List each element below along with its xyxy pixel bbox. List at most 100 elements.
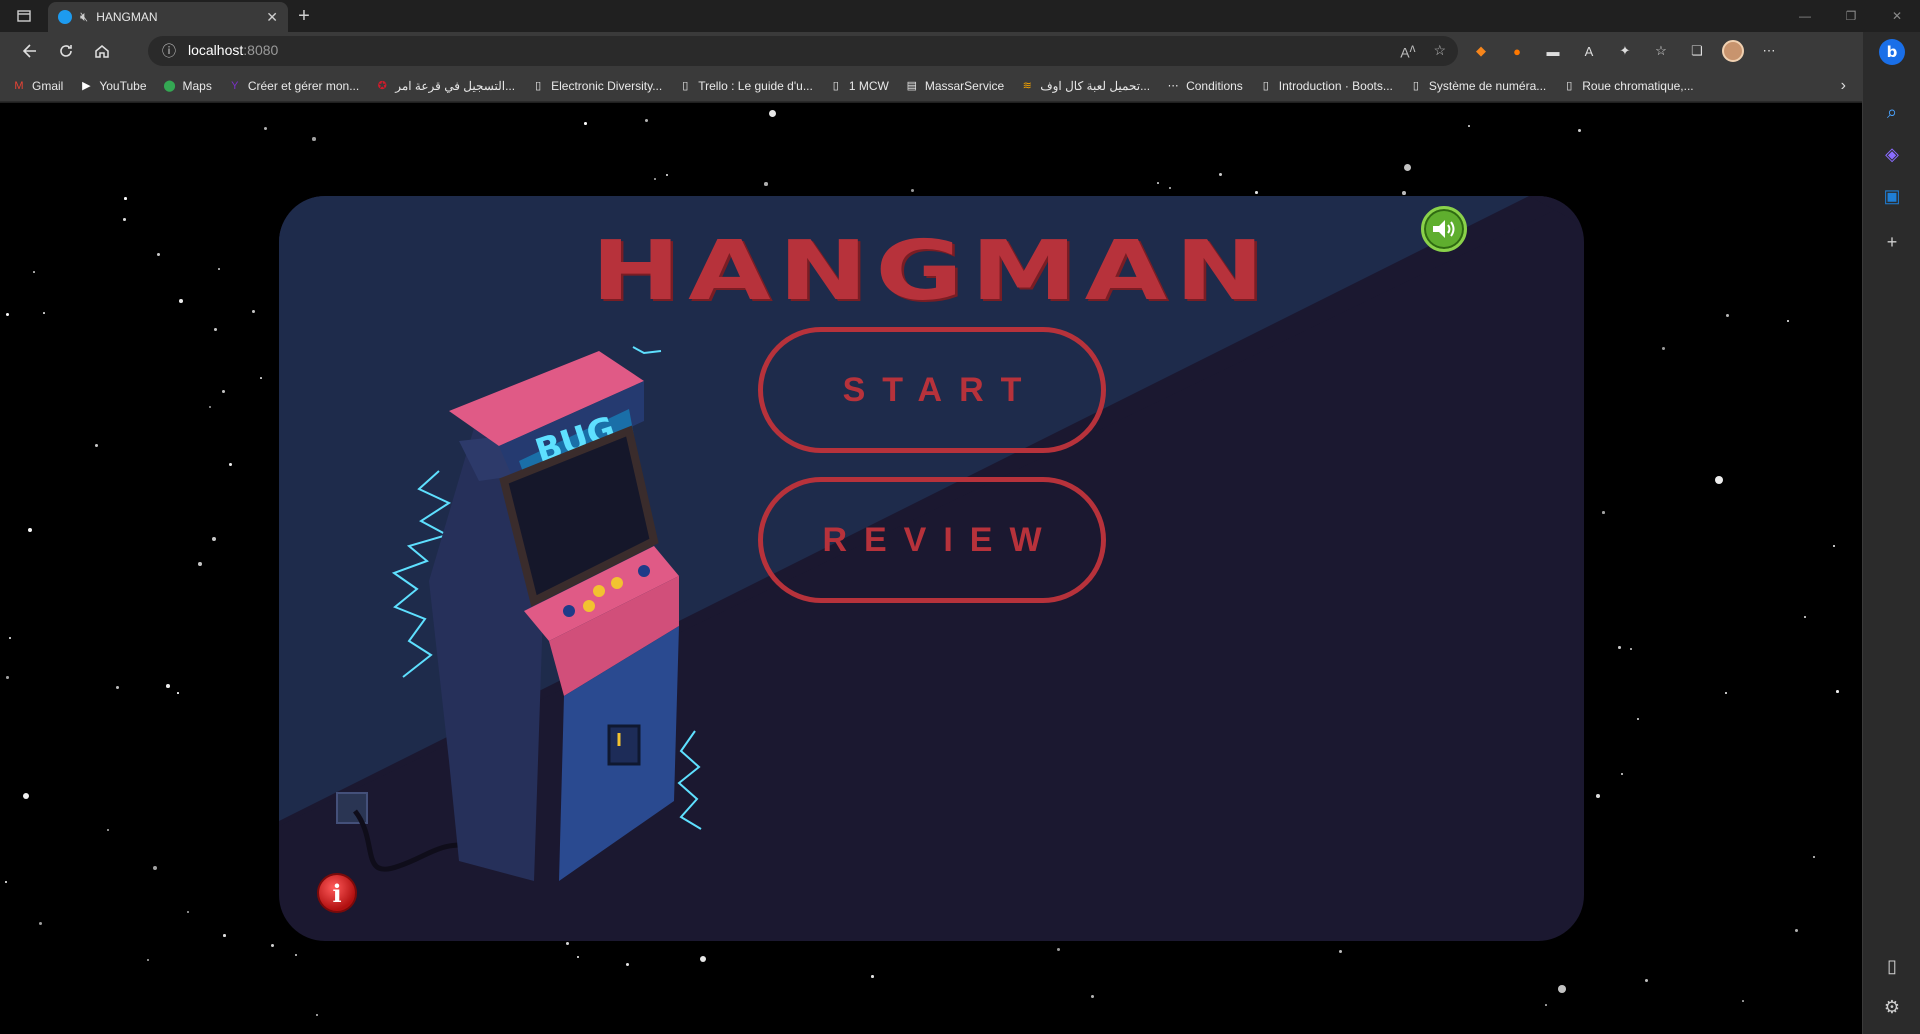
- sidebar-settings-button[interactable]: ⚙: [1863, 987, 1920, 1027]
- site-info-icon[interactable]: ⓘ: [162, 41, 176, 61]
- bookmark-massar[interactable]: ▤ MassarService: [905, 79, 1005, 93]
- info-button[interactable]: i: [317, 873, 357, 913]
- home-button[interactable]: [84, 36, 120, 66]
- bookmark-bootstrap[interactable]: ▯ Introduction · Boots...: [1259, 79, 1393, 93]
- favorite-add-icon[interactable]: ☆: [1433, 42, 1446, 61]
- site-icon: ≋: [1022, 80, 1032, 92]
- refresh-button[interactable]: [48, 36, 84, 66]
- yahoo-icon: Y: [231, 79, 239, 92]
- star: [1630, 648, 1632, 650]
- minimize-icon[interactable]: —: [1782, 0, 1828, 32]
- star: [769, 110, 777, 118]
- bookmark-game-download[interactable]: ≋ تحميل لعبة كال اوف...: [1020, 79, 1151, 93]
- address-bar[interactable]: ⓘ localhost:8080 Aʌ ☆: [148, 36, 1458, 66]
- bookmark-yahoo[interactable]: Y Créer et gérer mon...: [228, 79, 359, 93]
- bookmark-lottery[interactable]: ✪ التسجيل في قرعة امر...: [375, 79, 515, 93]
- star: [1742, 1000, 1744, 1002]
- bookmarks-overflow-chevron-icon[interactable]: ›: [1841, 77, 1846, 95]
- bookmark-trello[interactable]: ▯ Trello : Le guide d'u...: [678, 79, 813, 93]
- star: [252, 310, 256, 314]
- bing-chat-button[interactable]: b: [1863, 32, 1920, 72]
- avast-extension-icon[interactable]: ●: [1506, 40, 1528, 62]
- bookmark-1mcw[interactable]: ▯ 1 MCW: [829, 79, 889, 93]
- star: [153, 866, 157, 870]
- star: [157, 253, 160, 256]
- page-icon: ▯: [1566, 80, 1573, 92]
- browser-window: 🔇︎ HANGMAN ✕ + — ❐ ✕ ⓘ localhost:8080 Aʌ: [0, 0, 1920, 1034]
- sidebar-outlook-button[interactable]: ▣: [1863, 176, 1920, 216]
- bookmark-youtube[interactable]: ▶ YouTube: [79, 79, 146, 93]
- browser-toolbar: ⓘ localhost:8080 Aʌ ☆ ◆ ● ▬ A ✦ ☆ ❏ ⋯: [0, 32, 1920, 70]
- star: [1545, 1004, 1547, 1006]
- tab-strip: 🔇︎ HANGMAN ✕ + — ❐ ✕: [0, 0, 1920, 32]
- star: [9, 637, 11, 639]
- extensions-area: ◆ ● ▬ A ✦ ☆ ❏ ⋯: [1470, 36, 1780, 66]
- restore-icon[interactable]: ❐: [1828, 0, 1874, 32]
- svg-text:b: b: [1887, 43, 1898, 61]
- tab-actions-button[interactable]: [0, 0, 48, 32]
- refresh-icon: [60, 45, 72, 57]
- maps-icon: ⬤: [163, 80, 176, 92]
- star: [260, 377, 262, 379]
- star: [264, 127, 268, 131]
- metamask-extension-icon[interactable]: ◆: [1470, 40, 1492, 62]
- spy-extension-icon[interactable]: ▬: [1542, 40, 1564, 62]
- arcade-button-icon: [593, 585, 605, 597]
- star: [1836, 690, 1839, 693]
- bookmarks-bar: M Gmail ▶ YouTube ⬤ Maps Y Créer et gérer mo…: [0, 70, 1862, 102]
- star: [33, 271, 35, 273]
- star: [1715, 476, 1724, 485]
- star: [1339, 950, 1343, 954]
- star: [1255, 191, 1258, 194]
- extensions-puzzle-icon[interactable]: ✦: [1614, 40, 1636, 62]
- sound-toggle-button[interactable]: [1421, 206, 1467, 252]
- star: [1813, 856, 1816, 859]
- star: [577, 956, 580, 959]
- sidebar-add-button[interactable]: +: [1863, 222, 1920, 262]
- bookmark-roue-chromatique[interactable]: ▯ Roue chromatique,...: [1562, 79, 1693, 93]
- tab-mute-icon[interactable]: 🔇︎: [80, 9, 88, 25]
- star: [1169, 187, 1172, 190]
- bookmark-conditions[interactable]: ⋯ Conditions: [1166, 79, 1243, 93]
- bookmark-numeration[interactable]: ▯ Système de numéra...: [1409, 79, 1546, 93]
- bookmark-electronic-diversity[interactable]: ▯ Electronic Diversity...: [531, 79, 662, 93]
- home-icon: [95, 45, 109, 58]
- bookmark-maps[interactable]: ⬤ Maps: [163, 79, 212, 93]
- bookmark-gmail[interactable]: M Gmail: [12, 79, 63, 93]
- star: [229, 463, 232, 466]
- start-button[interactable]: START: [758, 327, 1106, 453]
- read-aloud-icon[interactable]: Aʌ: [1400, 42, 1415, 61]
- star: [28, 528, 32, 532]
- favorites-icon[interactable]: ☆: [1650, 40, 1672, 62]
- star: [1804, 616, 1806, 618]
- star: [218, 268, 220, 270]
- dots-icon: ⋯: [1167, 80, 1179, 92]
- tab-hangman[interactable]: 🔇︎ HANGMAN ✕: [48, 2, 288, 32]
- text-extension-icon[interactable]: A: [1578, 40, 1600, 62]
- star: [1787, 320, 1789, 322]
- outlook-icon: ▣: [1883, 185, 1901, 206]
- collections-icon[interactable]: ❏: [1686, 40, 1708, 62]
- sidebar-search-button[interactable]: ⌕: [1863, 92, 1920, 132]
- page-icon: ▯: [682, 80, 689, 92]
- star: [1637, 718, 1640, 721]
- copilot-icon: ◈: [1885, 143, 1899, 164]
- sidebar-copilot-button[interactable]: ◈: [1863, 134, 1920, 174]
- sidebar-hide-button[interactable]: ▯: [1863, 946, 1920, 986]
- url-port: :8080: [243, 42, 279, 58]
- more-menu-icon[interactable]: ⋯: [1758, 40, 1780, 62]
- profile-avatar[interactable]: [1722, 40, 1744, 62]
- star: [177, 692, 179, 694]
- star: [116, 686, 120, 690]
- tab-close-icon[interactable]: ✕: [266, 9, 278, 26]
- close-window-icon[interactable]: ✕: [1874, 0, 1920, 32]
- new-tab-button[interactable]: +: [288, 1, 320, 31]
- review-button[interactable]: REVIEW: [758, 477, 1106, 603]
- joystick-icon: [638, 565, 650, 577]
- star: [6, 676, 9, 679]
- star: [223, 934, 226, 937]
- star: [1578, 129, 1582, 133]
- page-icon: ▯: [1262, 80, 1269, 92]
- page-icon: ▯: [832, 80, 839, 92]
- back-button[interactable]: [12, 36, 48, 66]
